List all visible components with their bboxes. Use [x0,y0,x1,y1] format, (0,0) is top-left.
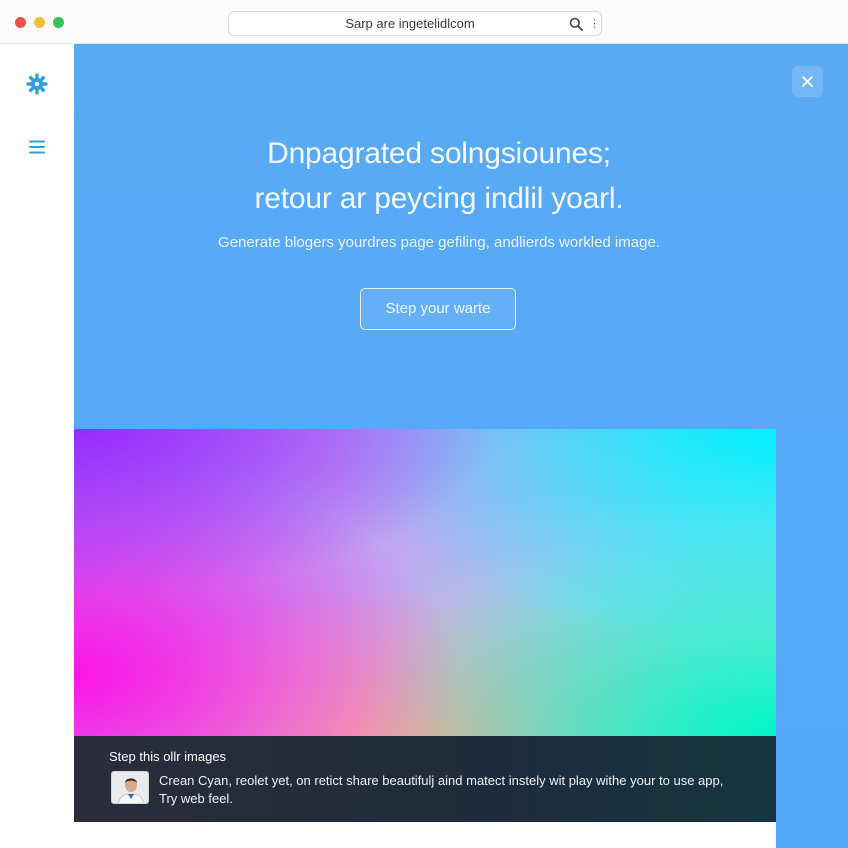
window-maximize-dot[interactable] [53,17,64,28]
caption-title: Step this ollr images [109,749,227,764]
close-button[interactable] [792,66,823,97]
window-minimize-dot[interactable] [34,17,45,28]
gear-icon[interactable] [25,72,49,96]
avatar[interactable] [111,771,149,804]
more-vertical-icon[interactable]: ⋮ [589,16,600,32]
browser-toolbar: Sarp are ingetelidlcom ⋮ [0,0,848,44]
gradient-image [74,429,776,736]
hero-headline-line-1: Dnpagrated solngsiounes; [267,137,611,170]
hero-headline-line-2: retour ar peycing indlil yoarl. [254,182,624,215]
address-bar-url[interactable]: Sarp are ingetelidlcom [229,12,561,35]
cta-button[interactable]: Step your warte [360,288,516,330]
caption-text: Crean Cyan, reolet yet, on retict share … [159,773,724,806]
sidebar [0,44,74,848]
hamburger-menu-icon[interactable] [25,135,49,159]
hero-subheadline: Generate blogers yourdres page gefiling,… [218,234,660,251]
image-caption-bar: Step this ollr images Crean Cyan, reolet… [74,736,776,822]
search-icon[interactable] [569,17,583,31]
address-bar[interactable]: Sarp are ingetelidlcom ⋮ [228,11,602,36]
person-avatar-icon [112,772,148,803]
window-close-dot[interactable] [15,17,26,28]
close-icon[interactable] [801,75,814,88]
content-footer-strip [74,822,776,848]
